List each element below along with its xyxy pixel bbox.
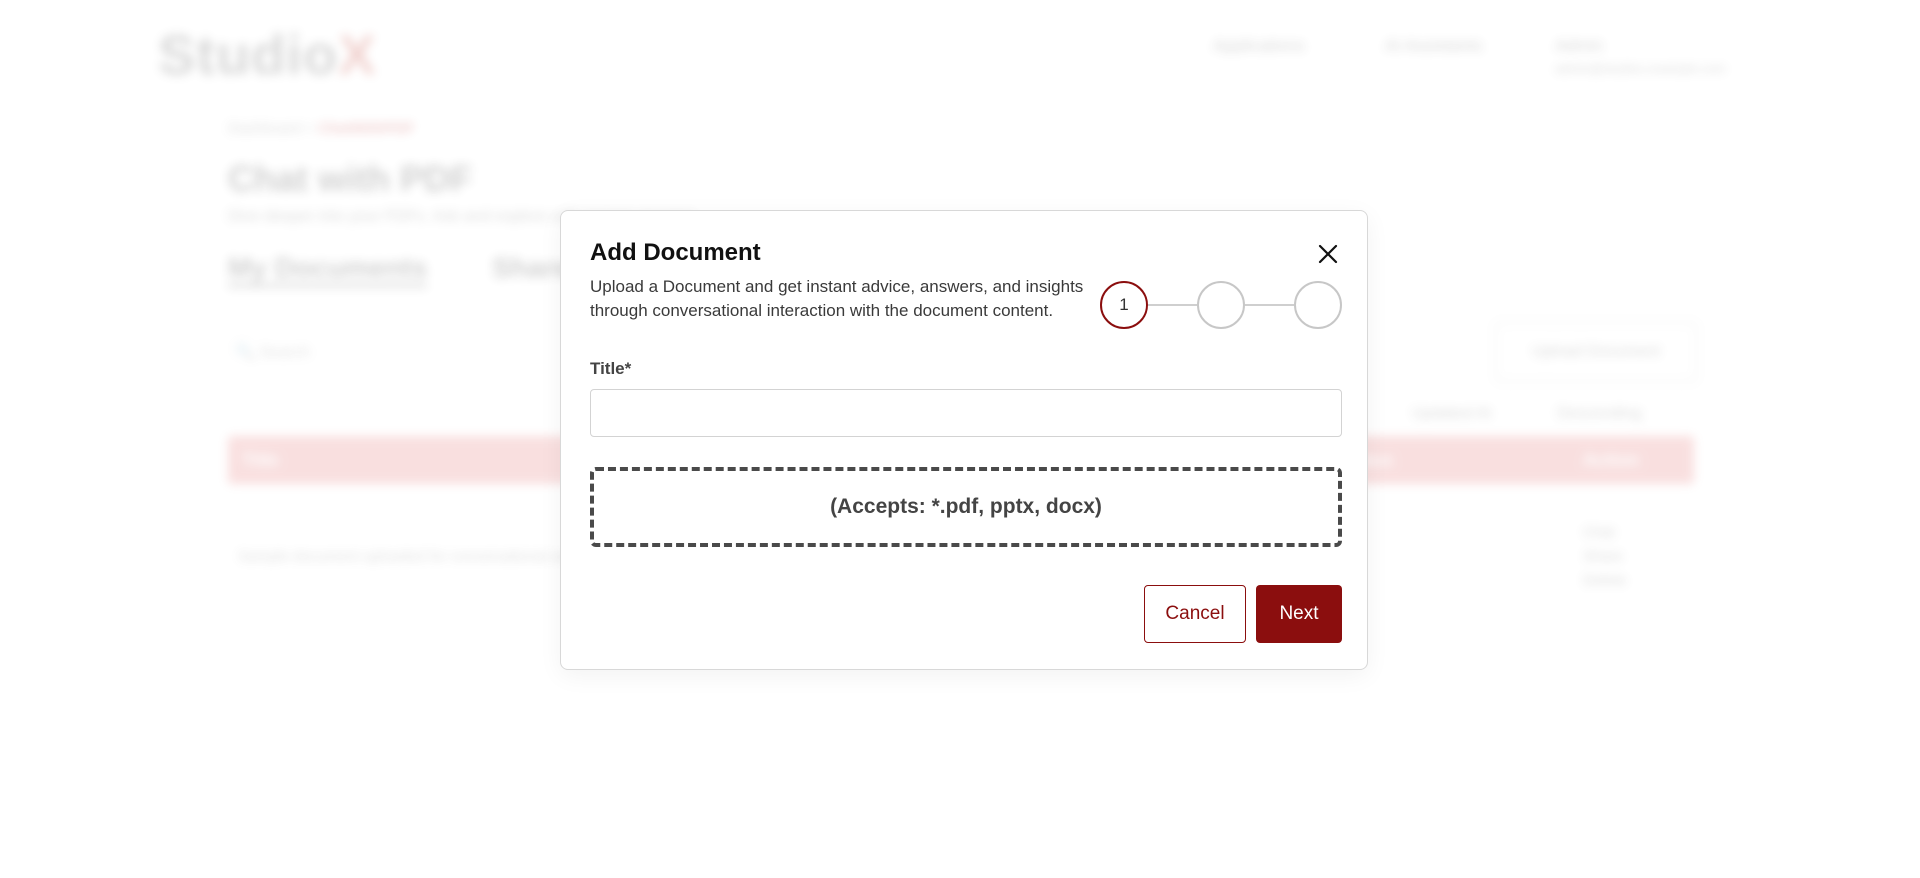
delete-action[interactable]: Delete bbox=[1583, 572, 1626, 589]
add-document-modal: Add Document Upload a Document and get i… bbox=[560, 210, 1368, 670]
title-input[interactable] bbox=[590, 389, 1342, 437]
share-action[interactable]: Share bbox=[1583, 548, 1623, 565]
upload-document-button[interactable]: Upload Document bbox=[1495, 322, 1697, 382]
studiox-logo: StudioX bbox=[158, 23, 377, 86]
column-title: Title bbox=[242, 450, 279, 470]
tab-my-documents[interactable]: My Documents bbox=[228, 252, 428, 287]
nav-applications[interactable]: Applications bbox=[1213, 36, 1305, 56]
sort-order-select[interactable]: Descending bbox=[1557, 405, 1642, 423]
step-2 bbox=[1197, 281, 1245, 329]
next-button[interactable]: Next bbox=[1256, 585, 1342, 643]
breadcrumb: Dashboard > ChatWithPDF bbox=[228, 120, 414, 137]
step-3 bbox=[1294, 281, 1342, 329]
search-icon: 🔍 bbox=[235, 344, 255, 361]
step-1: 1 bbox=[1100, 281, 1148, 329]
nav-ai-assistants[interactable]: AI Assistants bbox=[1385, 36, 1482, 56]
breadcrumb-current: ChatWithPDF bbox=[318, 120, 415, 137]
table-row[interactable]: Sample document uploaded for conversatio… bbox=[238, 548, 606, 565]
sort-by-select[interactable]: Updated At bbox=[1412, 405, 1491, 423]
modal-title: Add Document bbox=[590, 239, 761, 266]
breadcrumb-separator: > bbox=[305, 120, 315, 137]
progress-stepper: 1 bbox=[1100, 281, 1343, 329]
column-action: Action bbox=[1583, 450, 1639, 470]
title-label: Title* bbox=[590, 359, 632, 378]
nav-admin[interactable]: Admin bbox=[1555, 36, 1603, 56]
step-connector bbox=[1245, 304, 1294, 306]
modal-description: Upload a Document and get instant advice… bbox=[590, 277, 1084, 320]
search-input[interactable]: 🔍 Search bbox=[235, 342, 310, 362]
page-title: Chat with PDF bbox=[228, 158, 472, 199]
close-icon bbox=[1318, 244, 1338, 264]
admin-email: admin@studiox.example.com bbox=[1555, 61, 1726, 76]
dropzone-text: (Accepts: *.pdf, pptx, docx) bbox=[830, 495, 1102, 518]
chat-action[interactable]: Chat bbox=[1583, 524, 1615, 541]
close-button[interactable] bbox=[1313, 239, 1343, 269]
breadcrumb-parent[interactable]: Dashboard bbox=[228, 120, 301, 137]
step-connector bbox=[1148, 304, 1197, 306]
cancel-button[interactable]: Cancel bbox=[1144, 585, 1246, 643]
file-dropzone[interactable]: (Accepts: *.pdf, pptx, docx) bbox=[590, 467, 1342, 547]
